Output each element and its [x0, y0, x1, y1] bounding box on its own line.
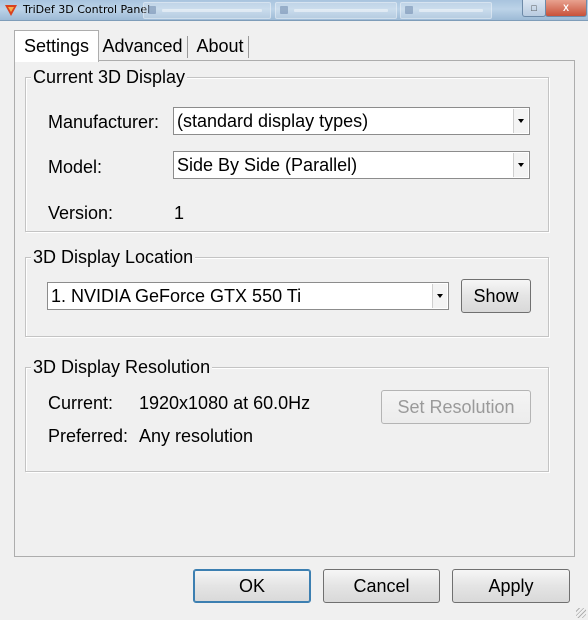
apply-button[interactable]: Apply: [452, 569, 570, 603]
preferred-resolution-value: Any resolution: [139, 426, 254, 446]
version-label: Version:: [48, 203, 114, 223]
display-adapter-value: 1. NVIDIA GeForce GTX 550 Ti: [51, 286, 302, 306]
restore-button[interactable]: □: [522, 0, 546, 17]
manufacturer-dropdown[interactable]: (standard display types): [173, 107, 530, 135]
background-taskbar-item: [400, 2, 492, 19]
display-location-title: 3D Display Location: [31, 246, 196, 268]
preferred-resolution-label: Preferred:: [48, 426, 129, 446]
model-dropdown[interactable]: Side By Side (Parallel): [173, 151, 530, 179]
close-icon: X: [562, 3, 569, 13]
set-resolution-button[interactable]: Set Resolution: [381, 390, 531, 424]
chevron-down-icon[interactable]: [513, 153, 528, 177]
tridef-app-icon: [5, 5, 17, 16]
ok-button[interactable]: OK: [193, 569, 311, 603]
tab-separator: [248, 36, 249, 58]
background-taskbar-item: [275, 2, 397, 19]
display-adapter-dropdown[interactable]: 1. NVIDIA GeForce GTX 550 Ti: [47, 282, 449, 310]
chevron-down-icon[interactable]: [432, 284, 447, 308]
current-resolution-value: 1920x1080 at 60.0Hz: [139, 393, 311, 413]
tab-advanced-label: Advanced: [102, 36, 183, 56]
manufacturer-label: Manufacturer:: [48, 112, 160, 132]
tab-settings-label: Settings: [23, 36, 90, 56]
manufacturer-value: (standard display types): [177, 111, 369, 131]
resize-grip-icon[interactable]: [576, 608, 586, 618]
close-button[interactable]: X: [545, 0, 587, 17]
display-resolution-title: 3D Display Resolution: [31, 356, 213, 378]
tab-separator: [187, 36, 188, 58]
title-bar: TriDef 3D Control Panel □ X: [0, 0, 588, 21]
current-resolution-label: Current:: [48, 393, 114, 413]
cancel-button[interactable]: Cancel: [323, 569, 440, 603]
background-taskbar-item: [143, 2, 271, 19]
chevron-down-icon[interactable]: [513, 109, 528, 133]
tab-settings[interactable]: Settings: [14, 30, 99, 62]
version-value: 1: [174, 203, 185, 223]
window-title: TriDef 3D Control Panel: [23, 3, 151, 16]
tab-about[interactable]: About: [190, 32, 250, 60]
tab-about-label: About: [196, 36, 244, 56]
tab-advanced[interactable]: Advanced: [96, 32, 189, 60]
restore-icon: □: [531, 3, 537, 13]
model-value: Side By Side (Parallel): [177, 155, 358, 175]
model-label: Model:: [48, 157, 103, 177]
current-display-title: Current 3D Display: [31, 66, 188, 88]
show-button[interactable]: Show: [461, 279, 531, 313]
